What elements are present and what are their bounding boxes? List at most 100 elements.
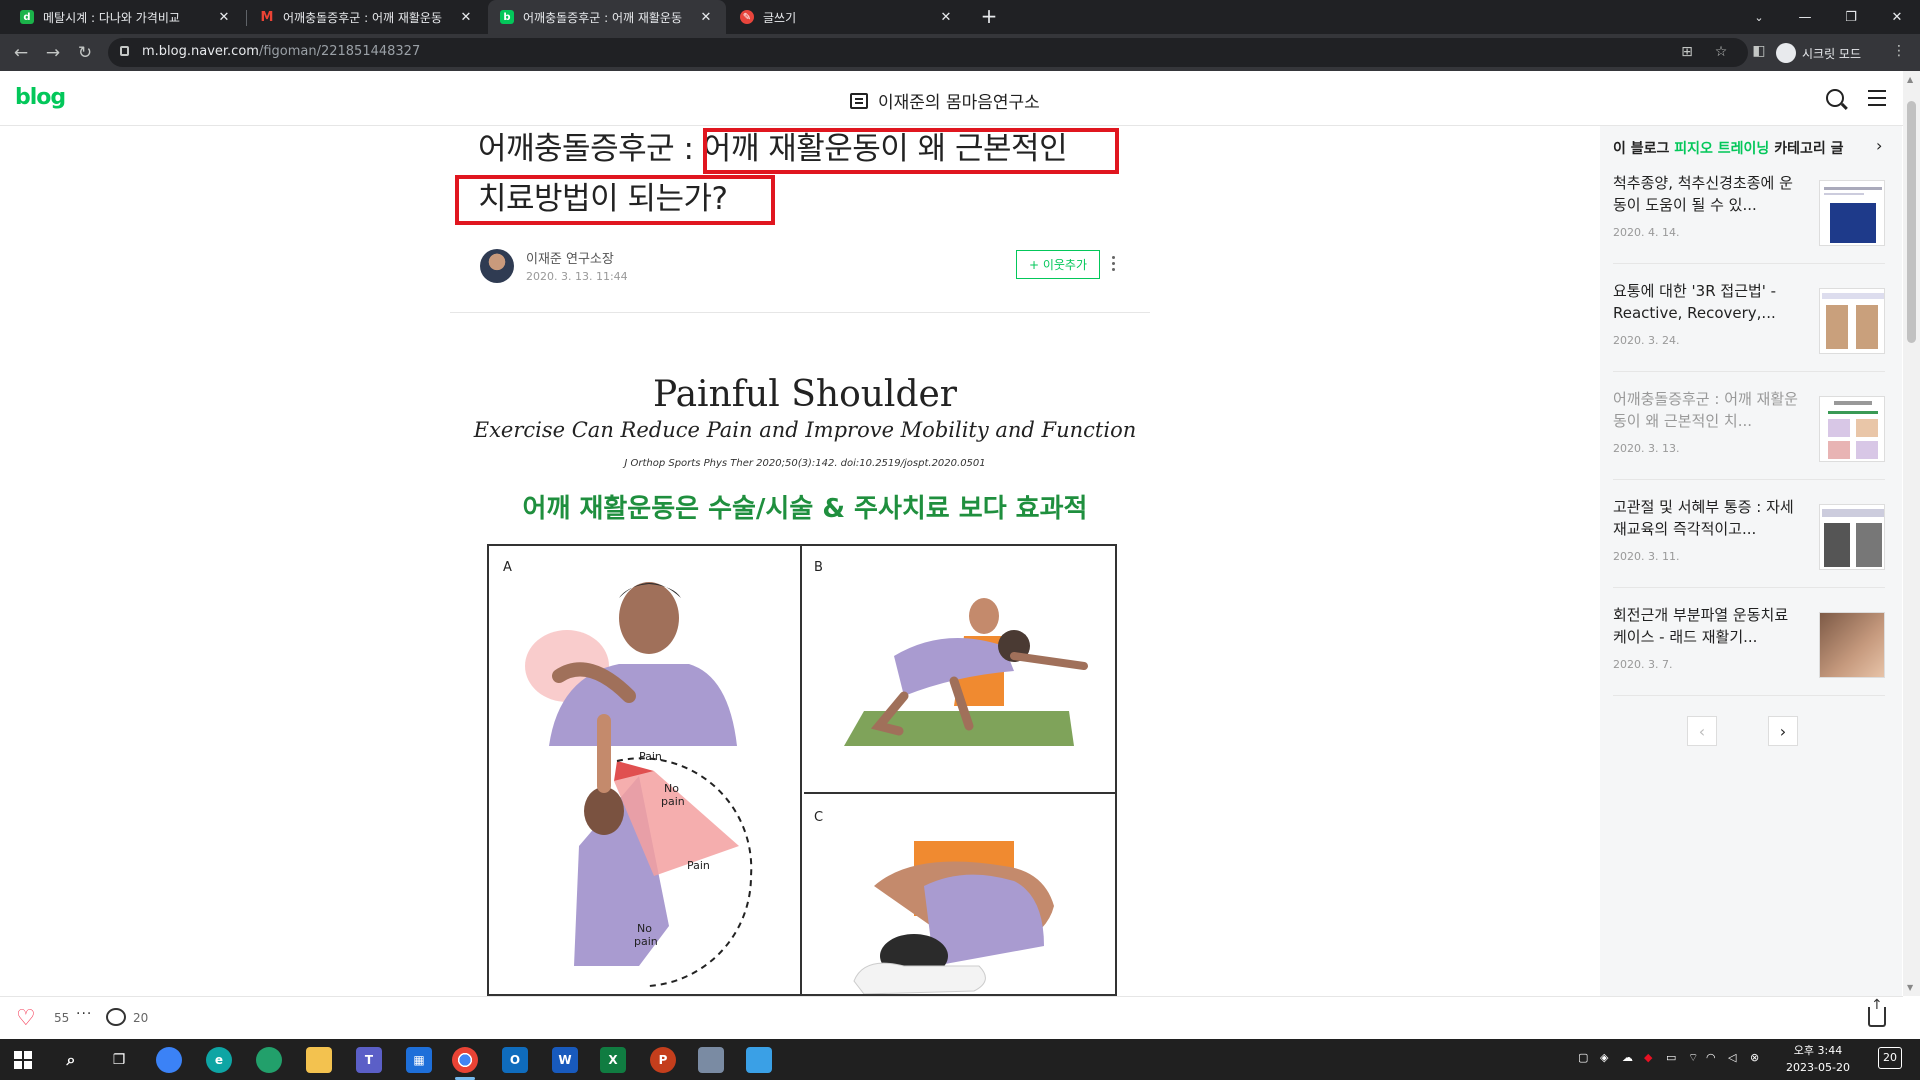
bookmark-star-icon[interactable]: ☆ — [1712, 44, 1730, 62]
tray-security-icon[interactable]: ◈ — [1600, 1051, 1608, 1064]
sidebar-post-thumbnail — [1819, 288, 1885, 354]
tab-title: 어깨충돌증후군 : 어깨 재활운동 — [283, 10, 443, 25]
close-window-button[interactable]: ✕ — [1874, 0, 1920, 34]
translate-icon[interactable]: ⊞ — [1678, 44, 1696, 62]
more-menu-icon[interactable]: ⋮ — [1890, 43, 1908, 61]
sidebar-prev-button[interactable]: ‹ — [1687, 716, 1717, 746]
author-avatar[interactable] — [480, 249, 514, 283]
scrollbar-thumb[interactable] — [1907, 101, 1916, 343]
new-tab-button[interactable]: + — [976, 4, 1002, 30]
sidebar-post-thumbnail — [1819, 180, 1885, 246]
comment-icon[interactable] — [106, 1008, 126, 1026]
outlook-icon[interactable]: O — [502, 1047, 528, 1073]
tray-overflow-icon[interactable]: ▢ — [1578, 1051, 1588, 1064]
manual-therapy-illustration — [853, 841, 1054, 994]
system-clock[interactable]: 오후 3:44 2023-05-20 — [1778, 1042, 1858, 1076]
remote-desktop-icon[interactable] — [698, 1047, 724, 1073]
excel-icon[interactable]: X — [600, 1047, 626, 1073]
page-scrollbar[interactable]: ▲ ▼ — [1903, 71, 1920, 996]
file-explorer-icon[interactable] — [306, 1047, 332, 1073]
incognito-indicator[interactable]: 시크릿 모드 — [1776, 42, 1861, 64]
exercise-illustration: A Pain No pain Pain No pain B C — [487, 544, 1117, 996]
author-name[interactable]: 이재준 연구소장 — [526, 248, 614, 267]
browser-tab-write[interactable]: ✎ 글쓰기 ✕ — [728, 0, 966, 34]
like-heart-icon[interactable]: ♡ — [16, 1008, 36, 1030]
close-icon[interactable]: ✕ — [698, 10, 714, 25]
red-highlight-box-2 — [455, 175, 775, 225]
onedrive-icon[interactable]: ☁ — [1622, 1051, 1633, 1064]
minimize-button[interactable]: — — [1782, 0, 1828, 34]
sidebar-post-item[interactable]: 척추종양, 척추신경초종에 운동이 도움이 될 수 있... 2020. 4. … — [1613, 156, 1885, 264]
forward-button[interactable]: → — [40, 40, 66, 66]
panel-a: A Pain No pain Pain No pain — [489, 546, 802, 994]
side-panel-icon[interactable]: ◧ — [1750, 43, 1768, 61]
tab-search-button[interactable]: ⌄ — [1736, 0, 1782, 34]
lock-icon — [120, 46, 129, 56]
incognito-icon — [1776, 43, 1796, 63]
address-bar[interactable]: m.blog.naver.com/figoman/221851448327 ⊞ … — [108, 38, 1748, 67]
browser-tab-gmail[interactable]: M 어깨충돌증후군 : 어깨 재활운동 ✕ — [248, 0, 486, 34]
post-action-bar: ♡ 55 ··· 20 — [0, 996, 1903, 1039]
figure-citation: J Orthop Sports Phys Ther 2020;50(3):142… — [624, 458, 986, 469]
incognito-label: 시크릿 모드 — [1802, 46, 1862, 61]
sidebar-post-item[interactable]: 고관절 및 서혜부 통증 : 자세 재교육의 즉각적이고... 2020. 3.… — [1613, 480, 1885, 588]
teams-icon[interactable]: T — [356, 1047, 382, 1073]
blog-name[interactable]: 이재준의 몸마음연구소 — [850, 88, 1040, 113]
close-icon[interactable]: ✕ — [938, 10, 954, 25]
scroll-down-arrow-icon[interactable]: ▼ — [1907, 983, 1913, 992]
store-icon[interactable]: ▦ — [406, 1047, 432, 1073]
volume-icon[interactable]: ◁ — [1728, 1051, 1736, 1064]
shoulder-pain-illustration: Pain No pain Pain No pain — [525, 582, 753, 987]
tab-title: 어깨충돌증후군 : 어깨 재활운동 — [523, 10, 683, 25]
close-icon[interactable]: ✕ — [216, 10, 232, 25]
antivirus-icon[interactable]: ◆ — [1644, 1051, 1652, 1064]
close-icon[interactable]: ✕ — [458, 10, 474, 25]
search-icon[interactable] — [1826, 89, 1844, 107]
comment-count: 20 — [133, 1011, 149, 1025]
hamburger-menu-icon[interactable] — [1868, 90, 1886, 106]
share-icon[interactable] — [1868, 997, 1886, 1027]
sidebar-post-item-current[interactable]: 어깨충돌증후군 : 어깨 재활운동이 왜 근본적인 치... 2020. 3. … — [1613, 372, 1885, 480]
edge-icon[interactable]: e — [206, 1047, 232, 1073]
windows-start-icon[interactable] — [10, 1047, 36, 1073]
task-view-icon[interactable]: ❐ — [106, 1047, 132, 1073]
sidebar-post-item[interactable]: 요통에 대한 '3R 접근법' - Reactive, Recovery,...… — [1613, 264, 1885, 372]
sidebar-post-thumbnail — [1819, 396, 1885, 462]
back-button[interactable]: ← — [8, 40, 34, 66]
notification-count: 20 — [1883, 1051, 1897, 1064]
chrome-icon[interactable] — [452, 1047, 478, 1073]
sidebar-category-posts: 이 블로그 피지오 트레이닝 카테고리 글 › 척추종양, 척추신경초종에 운동… — [1600, 126, 1902, 996]
sidebar-post-thumbnail — [1819, 612, 1885, 678]
maps-app-icon[interactable] — [256, 1047, 282, 1073]
mute-icon[interactable]: ⊗ — [1750, 1051, 1759, 1064]
sidebar-heading[interactable]: 이 블로그 피지오 트레이닝 카테고리 글 — [1613, 138, 1843, 158]
app-window-icon[interactable] — [746, 1047, 772, 1073]
sidebar-post-date: 2020. 4. 14. — [1613, 226, 1680, 239]
browser-tab-danawa[interactable]: d 메탈시계 : 다나와 가격비교 ✕ — [8, 0, 244, 34]
reload-button[interactable]: ↻ — [72, 40, 98, 66]
word-icon[interactable]: W — [552, 1047, 578, 1073]
notification-center-icon[interactable]: 20 — [1878, 1047, 1902, 1069]
sidebar-post-title: 회전근개 부분파열 운동치료 케이스 - 래드 재활기... — [1613, 606, 1789, 646]
maximize-button[interactable]: ❐ — [1828, 0, 1874, 34]
sidebar-post-item[interactable]: 회전근개 부분파열 운동치료 케이스 - 래드 재활기... 2020. 3. … — [1613, 588, 1885, 696]
globe-app-icon[interactable] — [156, 1047, 182, 1073]
blog-logo[interactable]: blog — [15, 85, 66, 110]
blog-name-text: 이재준의 몸마음연구소 — [878, 93, 1040, 113]
powerpoint-icon[interactable]: P — [650, 1047, 676, 1073]
scroll-up-arrow-icon[interactable]: ▲ — [1907, 75, 1913, 84]
battery-icon[interactable]: ▭ — [1666, 1051, 1676, 1064]
sidebar-next-button[interactable]: › — [1768, 716, 1798, 746]
follow-button[interactable]: + 이웃추가 — [1016, 250, 1100, 279]
wifi-icon[interactable]: ◠ — [1706, 1051, 1716, 1064]
sidebar-post-title: 요통에 대한 '3R 접근법' - Reactive, Recovery,... — [1613, 282, 1777, 322]
sidebar-post-title: 고관절 및 서혜부 통증 : 자세 재교육의 즉각적이고... — [1613, 498, 1794, 538]
network-icon[interactable]: ⌔ — [1688, 1051, 1698, 1065]
browser-tab-blog[interactable]: b 어깨충돌증후군 : 어깨 재활운동 ✕ — [488, 0, 726, 34]
more-options-icon[interactable] — [1112, 256, 1116, 274]
chevron-right-icon[interactable]: › — [1876, 136, 1882, 155]
more-dots-icon[interactable]: ··· — [76, 1006, 92, 1022]
search-icon[interactable]: ⌕ — [58, 1047, 84, 1073]
url-text: m.blog.naver.com/figoman/221851448327 — [142, 44, 421, 59]
quadruped-exercise-illustration — [844, 598, 1088, 746]
